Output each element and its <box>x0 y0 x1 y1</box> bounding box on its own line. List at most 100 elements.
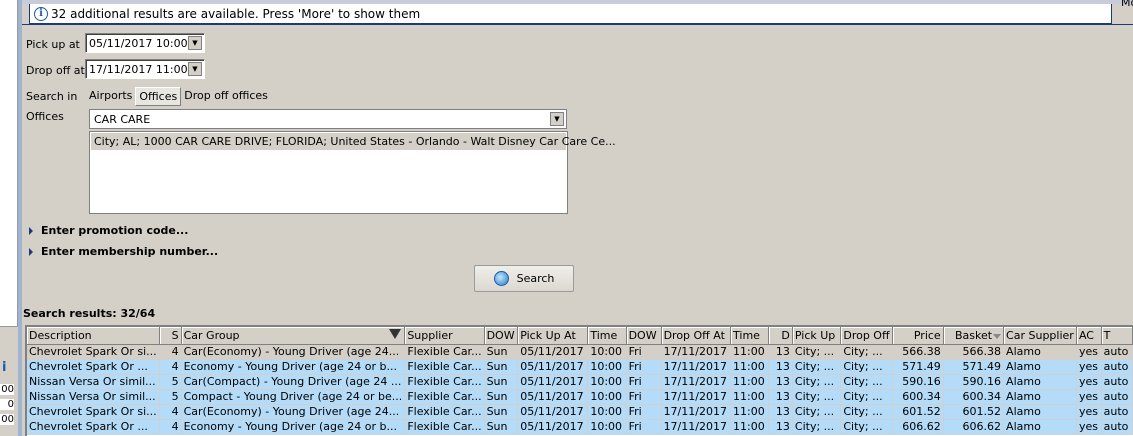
filter-icon[interactable] <box>389 329 402 339</box>
table-cell: 05/11/2017 <box>517 419 589 435</box>
table-cell: 5 <box>159 374 182 390</box>
table-cell: 606.62 <box>943 419 1005 435</box>
table-row[interactable]: Chevrolet Spark Or ... 4 Economy - Young D… <box>27 359 1133 375</box>
list-item[interactable]: City; AL; 1000 CAR CARE DRIVE; FLORIDA; … <box>91 133 616 150</box>
info-message: 32 additional results are available. Pre… <box>51 6 421 21</box>
table-cell: 571.49 <box>943 359 1005 375</box>
table-cell: auto <box>1101 404 1133 420</box>
column-header-d[interactable]: D <box>768 327 793 345</box>
column-header-dow[interactable]: DOW <box>484 327 519 345</box>
column-header-label: T <box>1103 328 1111 342</box>
column-header-basket[interactable]: Basket <box>943 327 1005 345</box>
splitter[interactable] <box>18 0 22 436</box>
membership-expander[interactable]: Enter membership number... <box>29 245 218 258</box>
table-cell: Fri <box>626 389 662 405</box>
table-cell: Fri <box>626 404 662 420</box>
table-cell: 590.16 <box>943 374 1005 390</box>
offices-combobox[interactable]: CAR CARE ▼ <box>89 109 567 129</box>
expand-arrow-icon <box>29 226 33 235</box>
column-header-car-group[interactable]: Car Group <box>181 327 406 345</box>
column-header-drop-off[interactable]: Drop Off <box>840 327 893 345</box>
table-cell: Sun <box>484 374 519 390</box>
promotion-expander[interactable]: Enter promotion code... <box>29 224 188 237</box>
table-cell: City; ... <box>792 419 842 435</box>
table-cell: Alamo <box>1003 389 1077 405</box>
column-header-label: AC <box>1078 328 1094 342</box>
table-cell: Fri <box>626 344 662 360</box>
column-header-car-supplier[interactable]: Car Supplier <box>1003 327 1077 345</box>
table-cell: City; ... <box>840 404 893 420</box>
table-cell: 566.38 <box>943 344 1005 360</box>
table-row[interactable]: Chevrolet Spark Or ... 4 Economy - Young D… <box>27 419 1133 435</box>
column-header-label: D <box>781 328 790 342</box>
results-grid[interactable]: Description S Car Group Supplier DOW Pick Up … <box>25 325 1133 436</box>
dropoff-datetime-field[interactable]: 17/11/2017 11:00 ▼ <box>85 59 205 79</box>
table-cell: Chevrolet Spark Or ... <box>27 359 160 375</box>
table-cell: City; ... <box>840 344 893 360</box>
column-header-dow[interactable]: DOW <box>626 327 662 345</box>
offices-list[interactable]: City; AL; 1000 CAR CARE DRIVE; FLORIDA; … <box>89 131 616 214</box>
table-cell: Chevrolet Spark Or ... <box>27 419 160 435</box>
grid-header: Description S Car Group Supplier DOW Pick Up … <box>27 327 1133 345</box>
column-header-description[interactable]: Description <box>27 327 160 345</box>
column-header-label: Pick Up <box>794 328 836 342</box>
table-row[interactable]: Chevrolet Spark Or si... 4 Car(Economy) - … <box>27 404 1133 420</box>
table-cell: Compact - Young Driver (age 24 or be... <box>181 389 406 405</box>
left-value: 00 <box>0 414 14 425</box>
table-cell: 4 <box>159 344 182 360</box>
table-cell: 601.52 <box>892 404 944 420</box>
table-cell: yes <box>1076 389 1102 405</box>
table-cell: auto <box>1101 374 1133 390</box>
table-row[interactable]: Nissan Versa Or simil... 5 Car(Compact) - … <box>27 374 1133 390</box>
chevron-down-icon[interactable]: ▼ <box>188 62 202 76</box>
table-cell: Alamo <box>1003 419 1077 435</box>
tab-offices[interactable]: Offices <box>135 87 182 106</box>
chevron-down-icon[interactable]: ▼ <box>188 36 202 50</box>
column-header-ac[interactable]: AC <box>1076 327 1102 345</box>
table-cell: Chevrolet Spark Or si... <box>27 404 160 420</box>
search-in-label: Search in <box>26 90 78 103</box>
table-cell: 05/11/2017 <box>517 374 589 390</box>
column-header-s[interactable]: S <box>159 327 182 345</box>
table-cell: auto <box>1101 389 1133 405</box>
tab-airports[interactable]: Airports <box>86 87 135 106</box>
column-header-label: DOW <box>628 328 657 342</box>
column-header-label: S <box>171 328 179 342</box>
promotion-label: Enter promotion code... <box>41 224 189 237</box>
table-cell: Flexible Car... <box>404 374 485 390</box>
column-header-time[interactable]: Time <box>730 327 770 345</box>
column-header-time[interactable]: Time <box>587 327 627 345</box>
left-value: 00 <box>0 384 14 395</box>
table-cell: 10:00 <box>587 374 627 390</box>
more-label-fragment[interactable]: Mo <box>1121 0 1133 9</box>
offices-value: CAR CARE <box>94 113 151 126</box>
table-cell: 10:00 <box>587 389 627 405</box>
column-header-supplier[interactable]: Supplier <box>404 327 485 345</box>
column-header-t[interactable]: T <box>1101 327 1133 345</box>
pickup-datetime-field[interactable]: 05/11/2017 10:00 ▼ <box>85 33 205 53</box>
table-cell: 05/11/2017 <box>517 359 589 375</box>
column-header-pick-up-at[interactable]: Pick Up At <box>517 327 589 345</box>
table-row[interactable]: Chevrolet Spark Or si... 4 Car(Economy) - … <box>27 344 1133 360</box>
table-cell: 17/11/2017 <box>661 344 732 360</box>
table-cell: 4 <box>159 404 182 420</box>
search-button[interactable]: Search <box>474 265 574 292</box>
column-header-drop-off-at[interactable]: Drop Off At <box>661 327 732 345</box>
column-header-label: Time <box>590 328 618 342</box>
table-cell: Sun <box>484 404 519 420</box>
left-value: 0 <box>0 399 14 410</box>
table-cell: yes <box>1076 359 1102 375</box>
table-cell: 566.38 <box>892 344 944 360</box>
table-cell: yes <box>1076 404 1102 420</box>
column-header-label: Basket <box>954 328 993 342</box>
table-cell: 601.52 <box>943 404 1005 420</box>
column-header-pick-up[interactable]: Pick Up <box>792 327 842 345</box>
chevron-down-icon[interactable]: ▼ <box>550 112 564 126</box>
column-header-price[interactable]: Price <box>892 327 944 345</box>
table-row[interactable]: Nissan Versa Or simil... 5 Compact - Young… <box>27 389 1133 405</box>
table-cell: 4 <box>159 419 182 435</box>
tab-drop-off-offices[interactable]: Drop off offices <box>181 87 271 106</box>
table-cell: 05/11/2017 <box>517 404 589 420</box>
table-cell: yes <box>1076 344 1102 360</box>
column-header-label: Car Supplier <box>1006 328 1074 342</box>
